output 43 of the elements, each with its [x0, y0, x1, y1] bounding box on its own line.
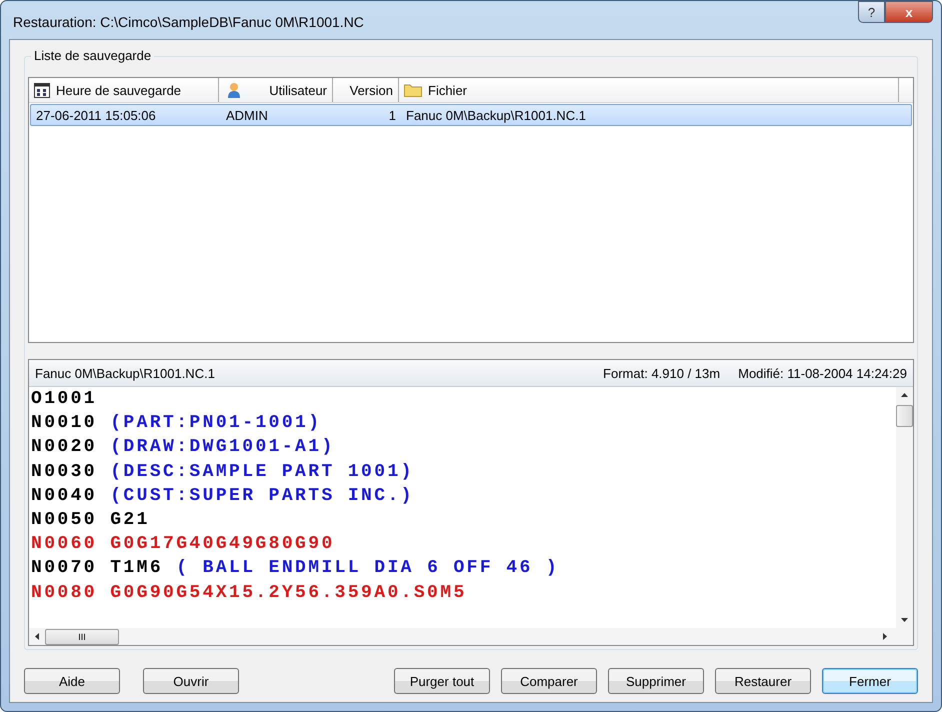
calendar-icon — [34, 82, 50, 98]
dialog-button[interactable]: Supprimer — [608, 668, 704, 694]
table-cell-text: 27-06-2011 15:05:06 — [35, 108, 157, 122]
code-line: N0020 (DRAW:DWG1001-A1) — [31, 436, 336, 460]
folder-icon — [404, 83, 422, 97]
scroll-thumb[interactable]: III — [45, 628, 119, 644]
user-icon — [227, 82, 241, 98]
code-line: N0050 G21 — [31, 509, 151, 532]
table-cell-text: ADMIN — [225, 108, 269, 122]
table-cell-text: Fanuc 0M\Backup\R1001.NC.1 — [405, 108, 587, 122]
close-button[interactable]: x — [885, 1, 933, 23]
window-title: Restauration: C:\Cimco\SampleDB\Fanuc 0M\R1001.NC — [12, 13, 364, 30]
code-line: N0010 (PART:PN01-1001) — [31, 412, 322, 436]
vertical-scrollbar[interactable] — [896, 387, 913, 628]
scroll-thumb[interactable] — [896, 405, 913, 427]
dialog-button[interactable]: Comparer — [501, 668, 597, 694]
dialog-button[interactable]: Aide — [24, 668, 120, 694]
code-line: N0060 G0G17G40G49G80G90 — [31, 533, 336, 556]
dialog-button[interactable]: Purger tout — [394, 668, 490, 694]
code-line: N0080 G0G90G54X15.2Y56.359A0.S0M5 — [31, 582, 468, 605]
dialog-button[interactable]: Fermer — [822, 668, 918, 694]
right-arrow-icon — [883, 633, 887, 640]
horizontal-scrollbar[interactable]: III — [29, 628, 913, 645]
help-button[interactable]: ? — [858, 1, 885, 23]
code-line: O1001 — [31, 388, 98, 411]
left-arrow-icon — [35, 633, 39, 640]
table-cell-text: 1 — [388, 108, 397, 122]
file-path: Fanuc 0M\Backup\R1001.NC.1 — [35, 366, 215, 380]
column-header[interactable]: Fichier — [399, 78, 899, 102]
up-arrow-icon — [901, 393, 908, 397]
format-info: Format: 4.910 / 13m — [603, 366, 720, 380]
down-arrow-icon — [901, 618, 908, 622]
dialog-button[interactable]: Restaurer — [715, 668, 811, 694]
list-row[interactable]: 27-06-2011 15:05:06 ADMIN 1 Fanuc 0M\Backup\R1001.NC.1 — [30, 104, 912, 126]
group-title: Liste de sauvegarde — [31, 48, 154, 63]
column-header[interactable]: Version — [333, 78, 399, 102]
code-line: N0030 (DESC:SAMPLE PART 1001) — [31, 460, 415, 484]
modified-date: Modifié: 11-08-2004 14:24:29 — [738, 366, 907, 380]
column-header[interactable]: Heure de sauvegarde — [29, 78, 219, 102]
dialog-button[interactable]: Ouvrir — [143, 668, 239, 694]
code-line: N0040 (CUST:SUPER PARTS INC.) — [31, 484, 415, 508]
code-line: N0070 T1M6 ( BALL ENDMILL DIA 6 OFF 46 ) — [31, 557, 560, 580]
column-header[interactable]: Utilisateur — [219, 78, 333, 102]
